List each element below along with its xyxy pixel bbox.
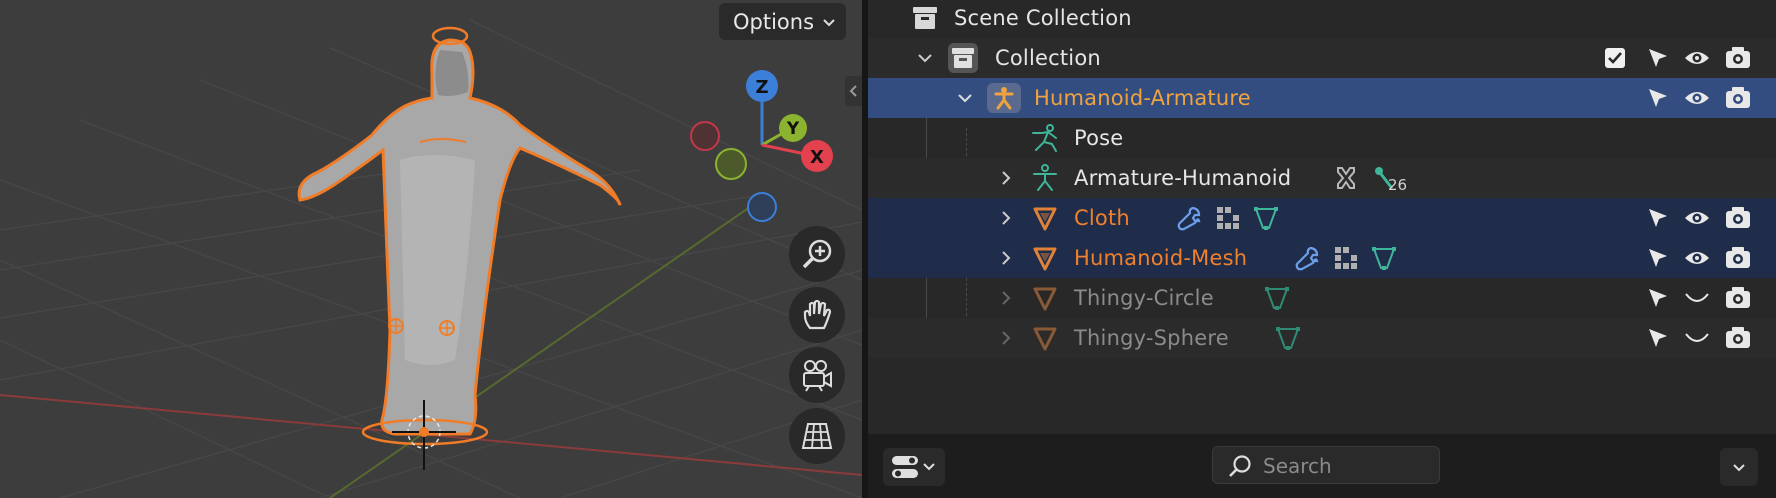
wrench-modifier-icon[interactable]: [1174, 203, 1204, 233]
gizmo-y-label: Y: [786, 119, 800, 139]
zoom-icon: [802, 239, 832, 269]
row-label: Humanoid-Armature: [1034, 86, 1251, 110]
filter-toggle-icon: [892, 456, 935, 478]
filter-dropdown[interactable]: [1720, 448, 1758, 486]
search-field[interactable]: [1212, 446, 1440, 484]
mesh-icon: [1030, 283, 1060, 313]
zoom-button[interactable]: [789, 226, 845, 282]
mesh-data-icon[interactable]: [1369, 243, 1399, 273]
viewport-scene: Z Y X: [0, 19, 862, 498]
render-camera-icon[interactable]: [1724, 204, 1752, 232]
eye-icon[interactable]: [1683, 244, 1711, 272]
select-cursor-icon[interactable]: [1644, 324, 1672, 352]
mesh-icon: [1030, 243, 1060, 273]
bone-count: 26: [1388, 176, 1408, 194]
grid-ortho-icon: [801, 423, 833, 449]
options-label: Options: [733, 9, 815, 34]
row-cloth[interactable]: Cloth: [868, 198, 1776, 238]
navigation-gizmo: Z Y X: [690, 70, 833, 222]
checkbox-checked-icon[interactable]: [1601, 44, 1629, 72]
vertex-groups-icon[interactable]: [1213, 203, 1243, 233]
armature-icon: [987, 83, 1021, 113]
gizmo-z-label: Z: [755, 77, 768, 98]
row-label: Armature-Humanoid: [1074, 166, 1292, 190]
chevron-right-icon[interactable]: [996, 208, 1016, 228]
row-pose[interactable]: Pose: [868, 118, 1776, 158]
vertex-groups-icon[interactable]: [1331, 243, 1361, 273]
ortho-toggle-button[interactable]: [789, 408, 845, 464]
camera-view-button[interactable]: [789, 347, 845, 403]
hand-pan-icon: [803, 299, 832, 330]
display-mode-dropdown[interactable]: [883, 448, 945, 486]
wrench-modifier-icon[interactable]: [1292, 243, 1322, 273]
chevron-down-icon: [820, 12, 838, 36]
select-cursor-icon[interactable]: [1644, 204, 1672, 232]
row-scene-collection[interactable]: Scene Collection: [868, 0, 1776, 38]
sidebar-toggle[interactable]: [845, 76, 862, 106]
chevron-right-icon[interactable]: [996, 288, 1016, 308]
chevron-left-icon: [849, 85, 857, 97]
row-collection[interactable]: Collection: [868, 38, 1776, 78]
mesh-data-icon[interactable]: [1262, 283, 1292, 313]
row-thingy-circle[interactable]: Thingy-Circle: [868, 278, 1776, 318]
collection-icon: [948, 43, 978, 73]
select-cursor-icon[interactable]: [1644, 284, 1672, 312]
pose-icon: [1030, 123, 1060, 153]
render-camera-icon[interactable]: [1724, 284, 1752, 312]
render-camera-icon[interactable]: [1724, 324, 1752, 352]
eye-icon[interactable]: [1683, 84, 1711, 112]
eye-icon[interactable]: [1683, 44, 1711, 72]
chevron-right-icon[interactable]: [996, 328, 1016, 348]
mesh-icon: [1030, 203, 1060, 233]
row-label: Pose: [1074, 126, 1124, 150]
outliner[interactable]: Scene Collection Collection Humanoid-Arm…: [868, 0, 1776, 434]
chevron-down-icon: [1733, 464, 1745, 472]
outliner-footer: [868, 434, 1776, 498]
render-camera-icon[interactable]: [1724, 244, 1752, 272]
render-camera-icon[interactable]: [1724, 84, 1752, 112]
mesh-data-icon[interactable]: [1251, 203, 1281, 233]
row-label: Humanoid-Mesh: [1074, 246, 1248, 270]
row-armature-humanoid[interactable]: Armature-Humanoid 26: [868, 158, 1776, 198]
row-thingy-sphere[interactable]: Thingy-Sphere: [868, 318, 1776, 358]
mesh-data-icon[interactable]: [1273, 323, 1303, 353]
scene-collection-icon: [910, 3, 940, 33]
eye-closed-icon[interactable]: [1683, 324, 1711, 352]
options-dropdown[interactable]: Options: [719, 3, 846, 40]
bone-constraint-icon[interactable]: [1331, 163, 1361, 193]
row-label: Thingy-Sphere: [1074, 326, 1229, 350]
armature-data-icon: [1030, 163, 1060, 193]
row-humanoid-mesh[interactable]: Humanoid-Mesh: [868, 238, 1776, 278]
row-label: Collection: [995, 46, 1101, 70]
row-label: Scene Collection: [954, 6, 1132, 30]
chevron-down-icon[interactable]: [955, 88, 975, 108]
3d-viewport[interactable]: Z Y X Options: [0, 0, 862, 498]
camera-icon: [803, 360, 832, 392]
eye-closed-icon[interactable]: [1683, 284, 1711, 312]
pan-button[interactable]: [789, 287, 845, 343]
mesh-icon: [1030, 323, 1060, 353]
chevron-right-icon[interactable]: [996, 168, 1016, 188]
select-cursor-icon[interactable]: [1644, 84, 1672, 112]
row-label: Thingy-Circle: [1074, 286, 1214, 310]
select-cursor-icon[interactable]: [1644, 244, 1672, 272]
gizmo-x-label: X: [810, 147, 824, 168]
eye-icon[interactable]: [1683, 204, 1711, 232]
row-label: Cloth: [1074, 206, 1130, 230]
character-model: [297, 26, 622, 470]
chevron-right-icon[interactable]: [996, 248, 1016, 268]
render-camera-icon[interactable]: [1724, 44, 1752, 72]
search-input[interactable]: [1263, 453, 1433, 479]
search-icon: [1229, 455, 1251, 477]
chevron-down-icon[interactable]: [915, 48, 935, 68]
select-cursor-icon[interactable]: [1644, 44, 1672, 72]
row-humanoid-armature[interactable]: Humanoid-Armature: [868, 78, 1776, 118]
